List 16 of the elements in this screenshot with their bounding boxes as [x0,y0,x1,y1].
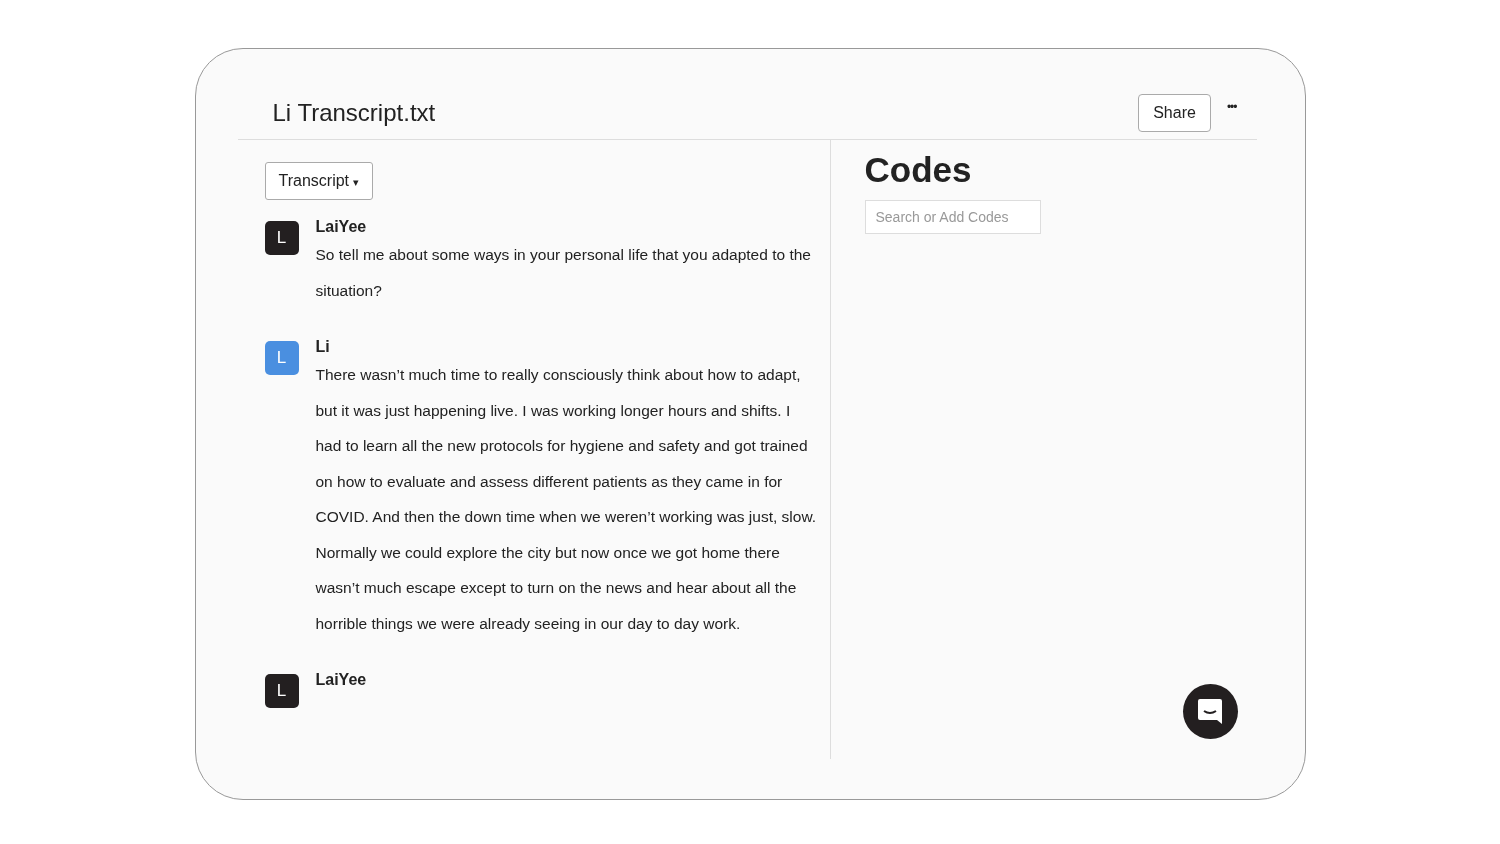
avatar: L [264,341,299,375]
chat-button[interactable] [1182,684,1238,739]
more-button[interactable]: ••• [1226,100,1237,114]
chat-icon [1197,697,1223,726]
avatar: L [264,674,299,708]
speaker-name: LaiYee [315,671,367,689]
search-field[interactable]: Search or Add Codes [864,200,1041,234]
codes-heading: Codes [864,150,973,190]
share-button[interactable]: Share [1138,94,1211,132]
transcript-paragraph: So tell me about some ways in your personal life that you adapted to the situation? [315,245,812,301]
avatar: L [264,221,299,255]
speaker-name: Li [315,338,331,356]
document-title: Li Transcript.txt [272,99,436,127]
transcript-paragraph: There wasn’t much time to really consciously think about how to adapt, but it was just happening live. I was working longer hours and shifts. I had to learn all the new protocols for hygiene and safety and got trained on how to evaluate and assess different patients as they came in for COVID. And then the down time when we weren’t working was just, slow. Normally we could explore the city but now once we got home there wasn’t much escape except to turn on the news and hear about all the horrible things we were already seeing in our day to day work. [315,365,818,634]
transcript-dropdown[interactable]: Transcript ▾ [264,162,374,200]
speaker-name: LaiYee [315,218,368,236]
